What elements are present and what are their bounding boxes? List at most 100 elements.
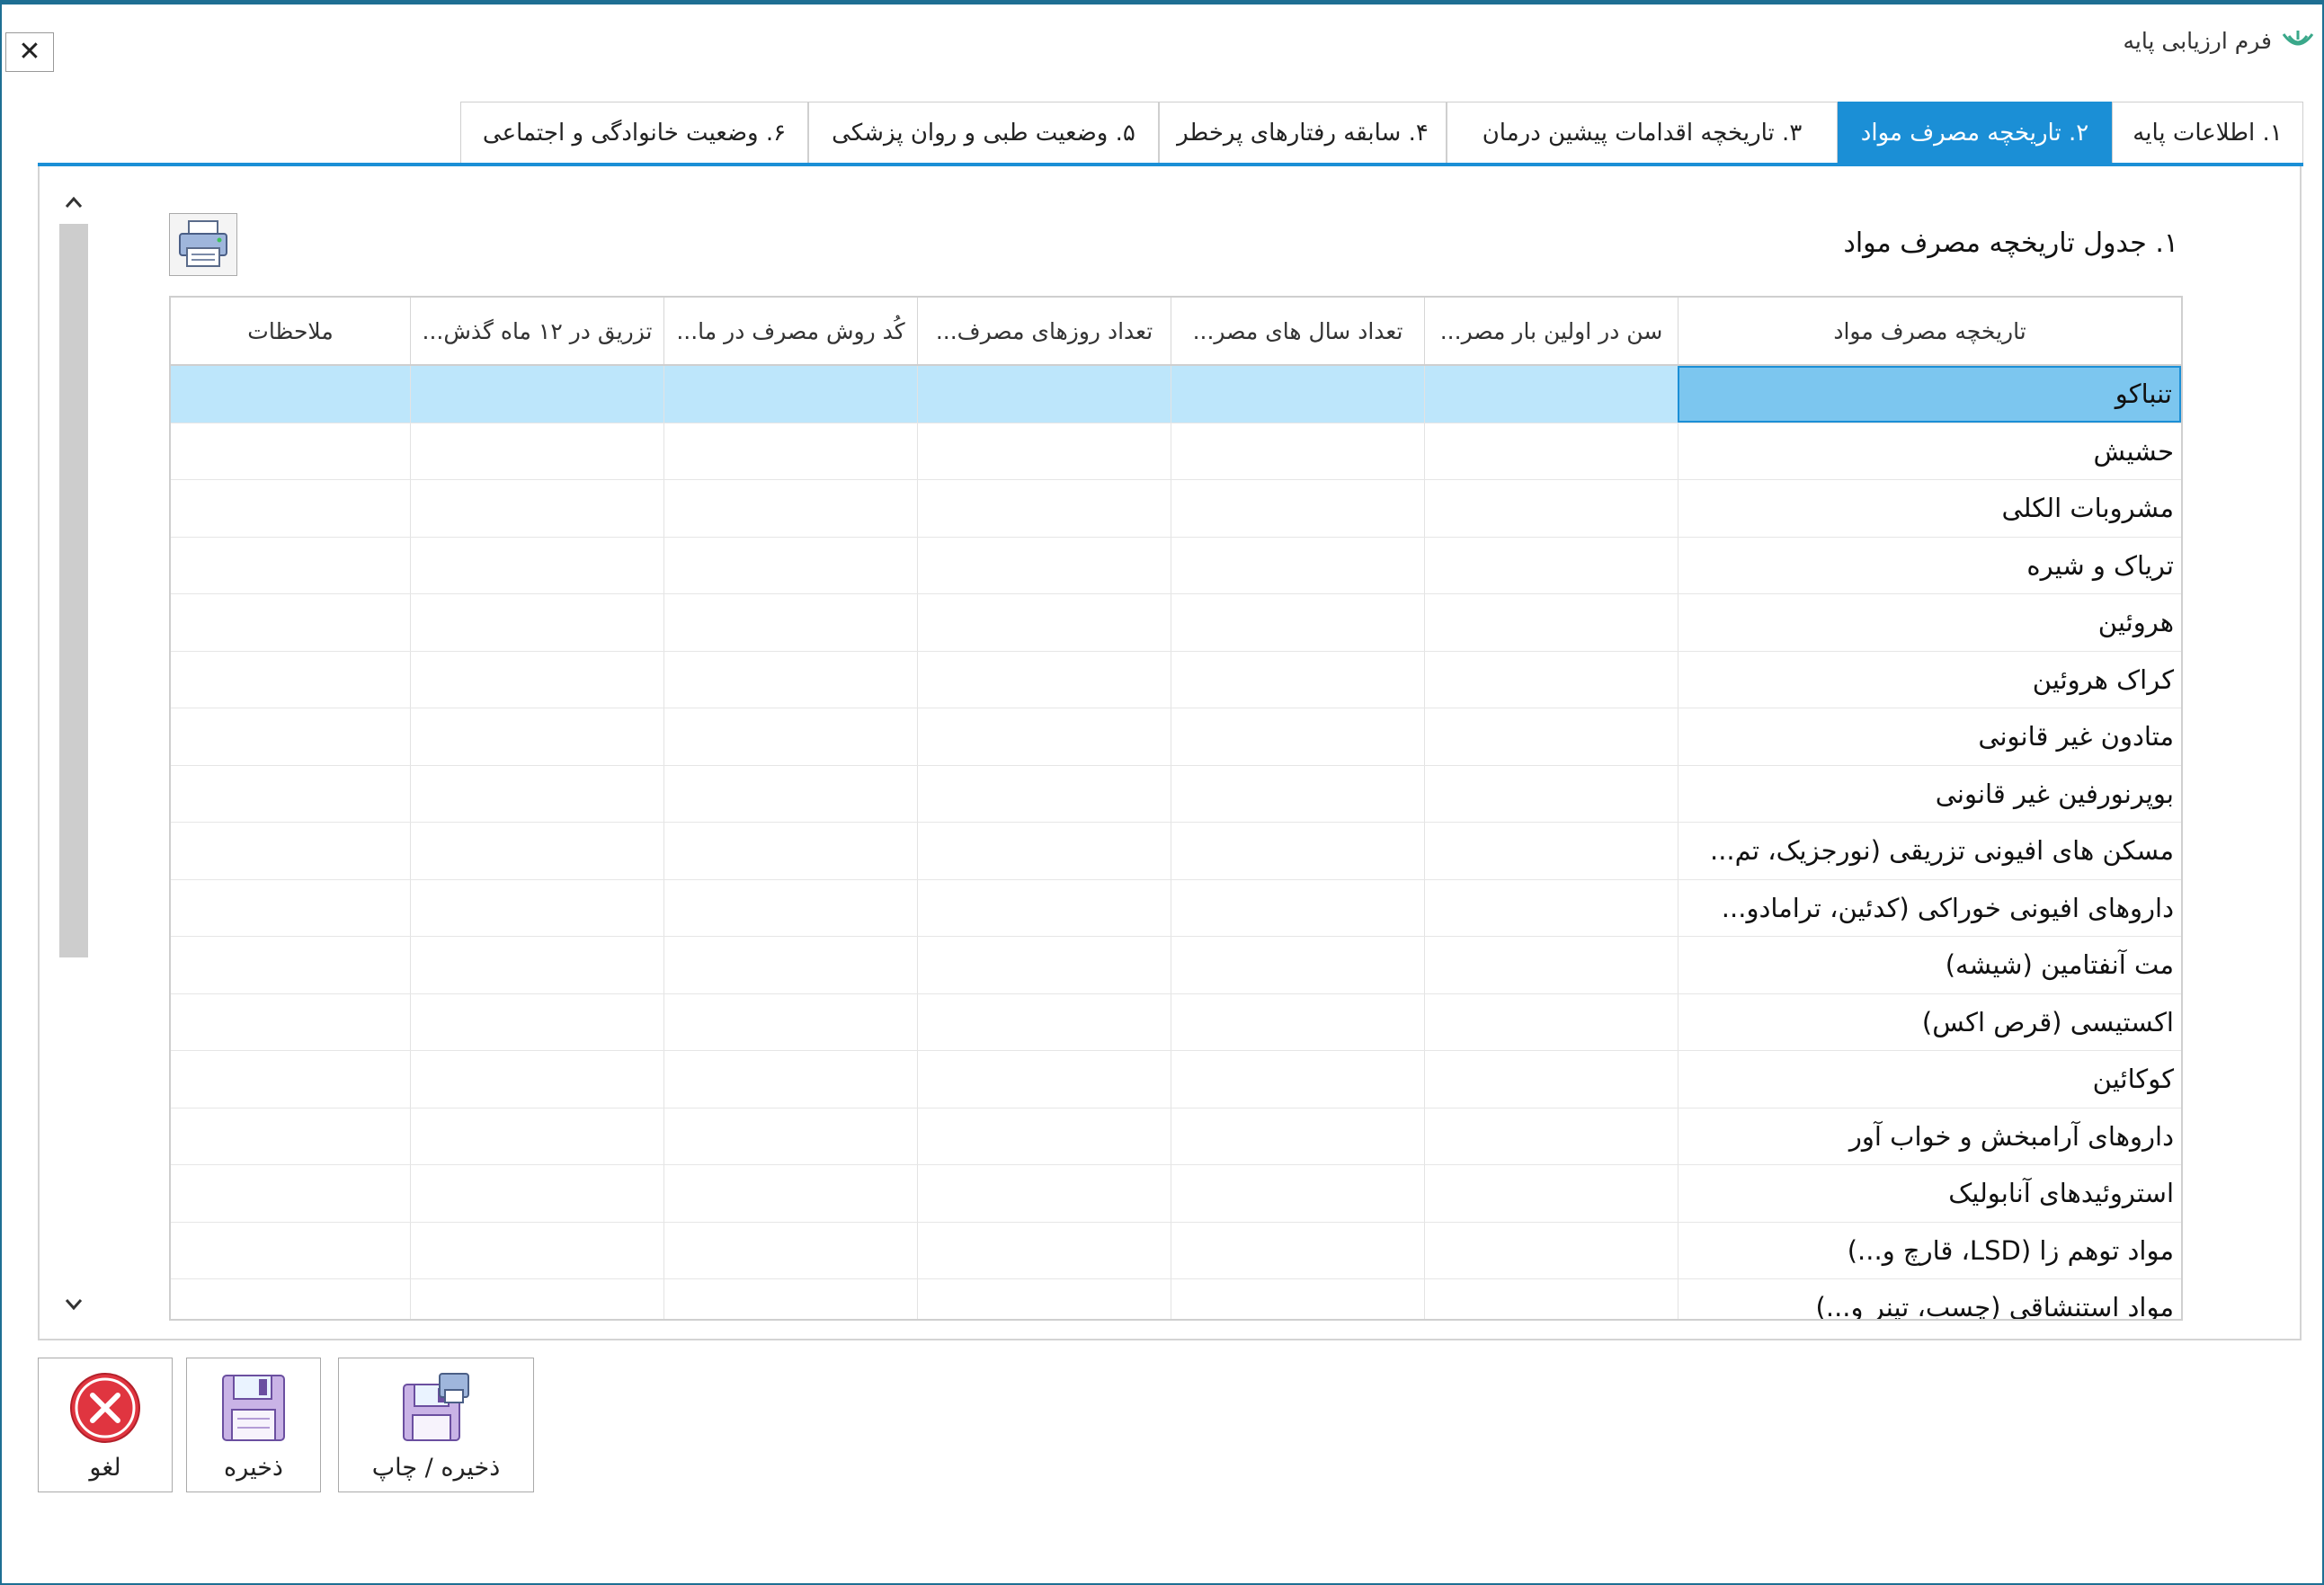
substance-name-cell[interactable]: مواد توهم زا (LSD، قارچ و...) bbox=[1678, 1222, 2181, 1278]
substance-name-cell[interactable]: کوکائین bbox=[1678, 1051, 2181, 1108]
table-cell[interactable] bbox=[410, 594, 663, 651]
substance-name-cell[interactable]: استروئیدهای آنابولیک bbox=[1678, 1165, 2181, 1222]
print-table-button[interactable] bbox=[169, 213, 237, 276]
table-cell[interactable] bbox=[410, 937, 663, 993]
table-cell[interactable] bbox=[663, 1165, 917, 1222]
table-row[interactable]: بوپرنورفین غیر قانونی bbox=[171, 765, 2181, 823]
table-cell[interactable] bbox=[1171, 1051, 1424, 1108]
cancel-button[interactable]: لغو bbox=[38, 1358, 173, 1492]
substance-name-cell[interactable]: کراک هروئین bbox=[1678, 651, 2181, 708]
table-row[interactable]: تریاک و شیره bbox=[171, 537, 2181, 594]
table-row[interactable]: اکستیسی (قرص اکس) bbox=[171, 993, 2181, 1051]
table-cell[interactable] bbox=[1424, 993, 1678, 1050]
substance-name-cell[interactable]: اکستیسی (قرص اکس) bbox=[1678, 993, 2181, 1050]
scroll-down-icon[interactable] bbox=[54, 1285, 93, 1324]
table-cell[interactable] bbox=[1171, 480, 1424, 537]
table-cell[interactable] bbox=[410, 765, 663, 822]
table-cell[interactable] bbox=[1171, 879, 1424, 936]
table-cell[interactable] bbox=[1171, 594, 1424, 651]
table-row[interactable]: مواد توهم زا (LSD، قارچ و...) bbox=[171, 1222, 2181, 1279]
table-cell[interactable] bbox=[1424, 537, 1678, 593]
column-header[interactable]: سن در اولین بار مصر... bbox=[1424, 298, 1678, 364]
table-cell[interactable] bbox=[663, 765, 917, 822]
table-cell[interactable] bbox=[917, 879, 1171, 936]
column-header[interactable]: ملاحظات bbox=[171, 298, 410, 364]
table-cell[interactable] bbox=[1424, 1222, 1678, 1278]
table-cell[interactable] bbox=[410, 1051, 663, 1108]
table-cell[interactable] bbox=[663, 993, 917, 1050]
table-cell[interactable] bbox=[663, 823, 917, 879]
table-cell[interactable] bbox=[1424, 366, 1678, 423]
table-row[interactable]: استروئیدهای آنابولیک bbox=[171, 1165, 2181, 1223]
table-cell[interactable] bbox=[917, 823, 1171, 879]
table-cell[interactable] bbox=[171, 1109, 410, 1165]
substance-name-cell[interactable]: داروهای افیونی خوراکی (کدئین، ترامادو... bbox=[1678, 879, 2181, 936]
table-cell[interactable] bbox=[1171, 993, 1424, 1050]
table-cell[interactable] bbox=[410, 879, 663, 936]
table-cell[interactable] bbox=[1424, 480, 1678, 537]
column-header[interactable]: تزریق در ۱۲ ماه گذش... bbox=[410, 298, 663, 364]
table-cell[interactable] bbox=[171, 1279, 410, 1319]
tab-risk-behaviors[interactable]: ۴. سابقه رفتارهای پرخطر bbox=[1159, 102, 1447, 163]
substance-name-cell[interactable]: بوپرنورفین غیر قانونی bbox=[1678, 765, 2181, 822]
table-cell[interactable] bbox=[1171, 708, 1424, 765]
table-cell[interactable] bbox=[917, 423, 1171, 479]
table-cell[interactable] bbox=[1171, 1165, 1424, 1222]
table-cell[interactable] bbox=[917, 366, 1171, 423]
table-cell[interactable] bbox=[1424, 1051, 1678, 1108]
table-cell[interactable] bbox=[1424, 765, 1678, 822]
tab-medical-psychiatric[interactable]: ۵. وضعیت طبی و روان پزشکی bbox=[808, 102, 1159, 163]
table-row[interactable]: کوکائین bbox=[171, 1051, 2181, 1109]
table-cell[interactable] bbox=[917, 937, 1171, 993]
table-cell[interactable] bbox=[663, 480, 917, 537]
table-row[interactable]: کراک هروئین bbox=[171, 651, 2181, 708]
tab-basic-info[interactable]: ۱. اطلاعات پایه bbox=[2112, 102, 2303, 163]
table-cell[interactable] bbox=[1171, 651, 1424, 708]
table-cell[interactable] bbox=[1171, 937, 1424, 993]
table-cell[interactable] bbox=[917, 708, 1171, 765]
scrollbar-thumb[interactable] bbox=[59, 224, 88, 957]
table-cell[interactable] bbox=[1424, 423, 1678, 479]
table-cell[interactable] bbox=[663, 537, 917, 593]
table-cell[interactable] bbox=[171, 766, 410, 823]
column-header[interactable]: تعداد روزهای مصرف... bbox=[917, 298, 1171, 364]
substance-name-cell[interactable]: متادون غیر قانونی bbox=[1678, 708, 2181, 765]
table-cell[interactable] bbox=[1424, 651, 1678, 708]
table-cell[interactable] bbox=[1424, 1279, 1678, 1319]
table-cell[interactable] bbox=[1171, 537, 1424, 593]
table-cell[interactable] bbox=[1171, 1108, 1424, 1164]
substance-name-cell[interactable]: تریاک و شیره bbox=[1678, 537, 2181, 593]
table-cell[interactable] bbox=[917, 765, 1171, 822]
table-cell[interactable] bbox=[410, 708, 663, 765]
vertical-scrollbar[interactable] bbox=[54, 183, 93, 1326]
table-cell[interactable] bbox=[1171, 1279, 1424, 1319]
table-cell[interactable] bbox=[410, 993, 663, 1050]
substance-name-cell[interactable]: تنباکو bbox=[1678, 366, 2181, 423]
table-row[interactable]: متادون غیر قانونی bbox=[171, 708, 2181, 766]
table-cell[interactable] bbox=[410, 366, 663, 423]
table-cell[interactable] bbox=[171, 423, 410, 480]
table-row[interactable]: مسکن های افیونی تزریقی (نورجزیک، تم... bbox=[171, 823, 2181, 880]
table-cell[interactable] bbox=[171, 652, 410, 708]
table-cell[interactable] bbox=[1424, 1165, 1678, 1222]
table-cell[interactable] bbox=[917, 1222, 1171, 1278]
table-cell[interactable] bbox=[410, 1108, 663, 1164]
table-cell[interactable] bbox=[1424, 708, 1678, 765]
table-cell[interactable] bbox=[1171, 765, 1424, 822]
table-cell[interactable] bbox=[917, 594, 1171, 651]
table-row[interactable]: حشیش bbox=[171, 423, 2181, 480]
table-cell[interactable] bbox=[663, 1051, 917, 1108]
table-cell[interactable] bbox=[410, 480, 663, 537]
table-cell[interactable] bbox=[1171, 366, 1424, 423]
tab-substance-history[interactable]: ۲. تاریخچه مصرف مواد bbox=[1838, 102, 2112, 163]
tab-family-social[interactable]: ۶. وضعیت خانوادگی و اجتماعی bbox=[460, 102, 808, 163]
table-row[interactable]: هروئین bbox=[171, 594, 2181, 652]
table-cell[interactable] bbox=[1424, 1108, 1678, 1164]
table-cell[interactable] bbox=[171, 937, 410, 993]
table-cell[interactable] bbox=[410, 823, 663, 879]
table-cell[interactable] bbox=[171, 366, 410, 423]
table-cell[interactable] bbox=[1424, 937, 1678, 993]
substance-name-cell[interactable]: مت آنفتامین (شیشه) bbox=[1678, 937, 2181, 993]
scroll-up-icon[interactable] bbox=[54, 183, 93, 222]
table-cell[interactable] bbox=[917, 1279, 1171, 1319]
